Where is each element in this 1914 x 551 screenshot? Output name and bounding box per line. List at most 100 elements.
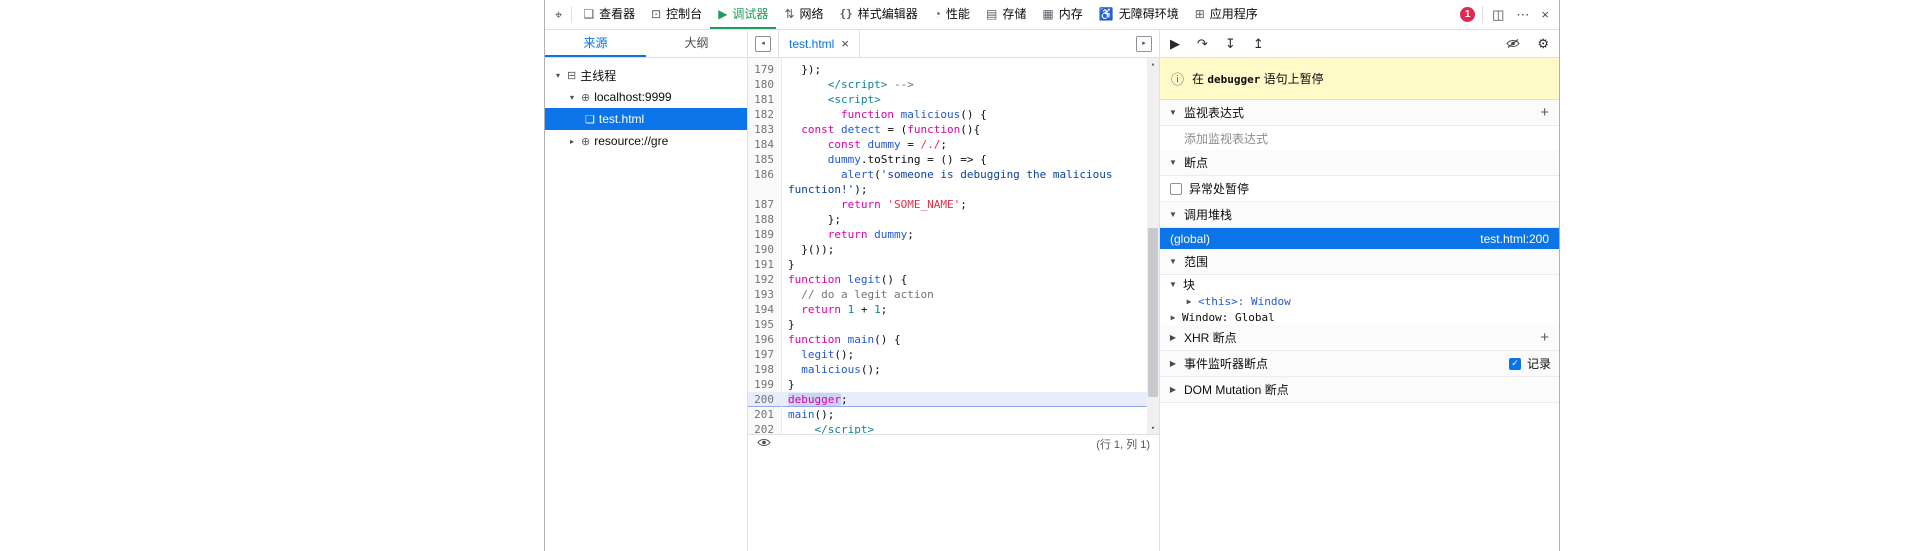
xhr-breakpoints-header[interactable]: ▶ XHR 断点 + <box>1160 325 1559 351</box>
tool-tab-debugger[interactable]: ▶ 调试器 <box>710 0 777 29</box>
line-number[interactable]: 179 <box>748 62 781 77</box>
scope-block-row[interactable]: ▼ 块 <box>1160 275 1559 293</box>
code-line[interactable]: } <box>782 377 1147 392</box>
twisty-icon[interactable]: ▾ <box>553 71 563 80</box>
expand-panes-button[interactable]: ▸ <box>1136 35 1152 52</box>
tab-sources[interactable]: 来源 <box>545 30 646 57</box>
scrollbar-thumb[interactable] <box>1148 228 1158 398</box>
code-line[interactable]: return dummy; <box>782 227 1147 242</box>
line-number[interactable]: 200 <box>748 392 781 407</box>
ignore-source-icon[interactable] <box>757 438 771 450</box>
scroll-up-icon[interactable]: ▴ <box>1147 58 1159 70</box>
code-line[interactable]: legit(); <box>782 347 1147 362</box>
scope-this-row[interactable]: ▶ <this>: Window <box>1160 293 1559 309</box>
tool-tab-memory[interactable]: ▦ 内存 <box>1034 0 1090 29</box>
line-number[interactable]: 181 <box>748 92 781 107</box>
ignore-sources-button[interactable] <box>1506 36 1520 51</box>
dom-mutation-breakpoints-header[interactable]: ▶ DOM Mutation 断点 <box>1160 377 1559 403</box>
line-number[interactable]: 184 <box>748 137 781 152</box>
line-number[interactable] <box>748 182 781 197</box>
twisty-icon[interactable]: ▸ <box>567 137 577 146</box>
line-number[interactable]: 198 <box>748 362 781 377</box>
code-line[interactable]: } <box>782 257 1147 272</box>
editor-gutter[interactable]: 179 180 181 182 183 184 185 186 187 188 189 190 191 1… <box>748 58 782 434</box>
line-number[interactable]: 194 <box>748 302 781 317</box>
line-number[interactable]: 192 <box>748 272 781 287</box>
code-line[interactable]: function legit() { <box>782 272 1147 287</box>
pause-on-exceptions-checkbox[interactable] <box>1170 182 1182 195</box>
tree-item-resource-gre[interactable]: ▸ ⊕ resource://gre <box>545 130 747 152</box>
scroll-down-icon[interactable]: ▾ <box>1147 422 1159 434</box>
code-line[interactable]: const dummy = /./; <box>782 137 1147 152</box>
code-line[interactable]: </script> <box>782 422 1147 434</box>
line-number[interactable]: 195 <box>748 317 781 332</box>
code-line[interactable]: dummy.toString = () => { <box>782 152 1147 167</box>
step-in-button[interactable]: ↧ <box>1225 36 1236 52</box>
editor-scrollbar[interactable]: ▴ ▾ <box>1147 58 1159 434</box>
code-line[interactable]: <script> <box>782 92 1147 107</box>
watch-expressions-header[interactable]: ▼ 监视表达式 + <box>1160 100 1559 126</box>
scrollbar-track[interactable] <box>1147 70 1159 422</box>
tree-item-localhost[interactable]: ▾ ⊕ localhost:9999 <box>545 86 747 108</box>
breakpoints-header[interactable]: ▼ 断点 <box>1160 150 1559 176</box>
step-out-button[interactable]: ↥ <box>1253 36 1264 52</box>
line-number[interactable]: 180 <box>748 77 781 92</box>
code-line[interactable]: function malicious() { <box>782 107 1147 122</box>
step-over-button[interactable]: ↷ <box>1197 36 1208 52</box>
line-number[interactable]: 190 <box>748 242 781 257</box>
tool-tab-style-editor[interactable]: {} 样式编辑器 <box>832 0 926 29</box>
code-line[interactable]: return 'SOME_NAME'; <box>782 197 1147 212</box>
scopes-header[interactable]: ▼ 范围 <box>1160 249 1559 275</box>
tree-item-main-thread[interactable]: ▾ ⊟ 主线程 <box>545 64 747 86</box>
code-line[interactable]: </script> --> <box>782 77 1147 92</box>
editor-code[interactable]: }); </script> --> <script> function mali… <box>782 58 1147 434</box>
code-line[interactable]: function!'); <box>782 182 1147 197</box>
event-listener-breakpoints-header[interactable]: ▶ 事件监听器断点 ✓ 记录 <box>1160 351 1559 377</box>
collapse-sources-button[interactable]: ◂ <box>755 35 771 52</box>
code-line[interactable]: }()); <box>782 242 1147 257</box>
line-number[interactable]: 196 <box>748 332 781 347</box>
debugger-settings-button[interactable]: ⚙ <box>1537 36 1549 52</box>
code-line[interactable]: main(); <box>782 407 1147 422</box>
tab-outline[interactable]: 大纲 <box>646 30 747 57</box>
node-picker-button[interactable]: ⌖ <box>549 0 568 29</box>
resume-button[interactable]: ▶ <box>1170 36 1180 52</box>
tool-tab-application[interactable]: ⊞ 应用程序 <box>1187 0 1266 29</box>
close-tab-icon[interactable]: × <box>841 36 849 51</box>
line-number[interactable]: 201 <box>748 407 781 422</box>
tree-item-test-html[interactable]: ❏ test.html <box>545 108 747 130</box>
line-number[interactable]: 188 <box>748 212 781 227</box>
code-line[interactable]: malicious(); <box>782 362 1147 377</box>
code-line[interactable]: alert('someone is debugging the maliciou… <box>782 167 1147 182</box>
tool-tab-console[interactable]: ⊡ 控制台 <box>643 0 710 29</box>
code-line[interactable]: }); <box>782 62 1147 77</box>
code-line[interactable]: return 1 + 1; <box>782 302 1147 317</box>
line-number[interactable]: 185 <box>748 152 781 167</box>
scope-window-global-row[interactable]: ▶ Window: Global <box>1160 309 1559 325</box>
event-log-checkbox[interactable]: ✓ <box>1508 357 1521 370</box>
tool-tab-accessibility[interactable]: ♿ 无障碍环境 <box>1091 0 1187 29</box>
close-devtools-button[interactable]: × <box>1535 7 1555 22</box>
tool-tab-network[interactable]: ⇅ 网络 <box>776 0 831 29</box>
code-line[interactable]: }; <box>782 212 1147 227</box>
source-tab-test-html[interactable]: test.html × <box>778 30 860 57</box>
add-watch-expression-button[interactable]: + <box>1538 104 1551 121</box>
tool-tab-performance[interactable]: ◔ 性能 <box>926 0 978 29</box>
call-stack-header[interactable]: ▼ 调用堆栈 <box>1160 202 1559 228</box>
code-line[interactable]: function main() { <box>782 332 1147 347</box>
call-stack-frame-global[interactable]: (global) test.html:200 <box>1160 228 1559 249</box>
line-number[interactable]: 202 <box>748 422 781 434</box>
line-number[interactable]: 182 <box>748 107 781 122</box>
add-watch-expression-field[interactable]: 添加监视表达式 <box>1160 126 1559 150</box>
devtools-menu-button[interactable]: ⋯ <box>1510 7 1535 23</box>
add-xhr-breakpoint-button[interactable]: + <box>1538 329 1551 346</box>
code-line[interactable]: } <box>782 317 1147 332</box>
line-number[interactable]: 186 <box>748 167 781 182</box>
line-number[interactable]: 183 <box>748 122 781 137</box>
line-number[interactable]: 193 <box>748 287 781 302</box>
line-number[interactable]: 199 <box>748 377 781 392</box>
tool-tab-inspector[interactable]: ❏ 查看器 <box>575 0 643 29</box>
split-console-button[interactable]: ◫ <box>1486 7 1510 23</box>
tool-tab-storage[interactable]: ▤ 存储 <box>978 0 1034 29</box>
line-number[interactable]: 191 <box>748 257 781 272</box>
